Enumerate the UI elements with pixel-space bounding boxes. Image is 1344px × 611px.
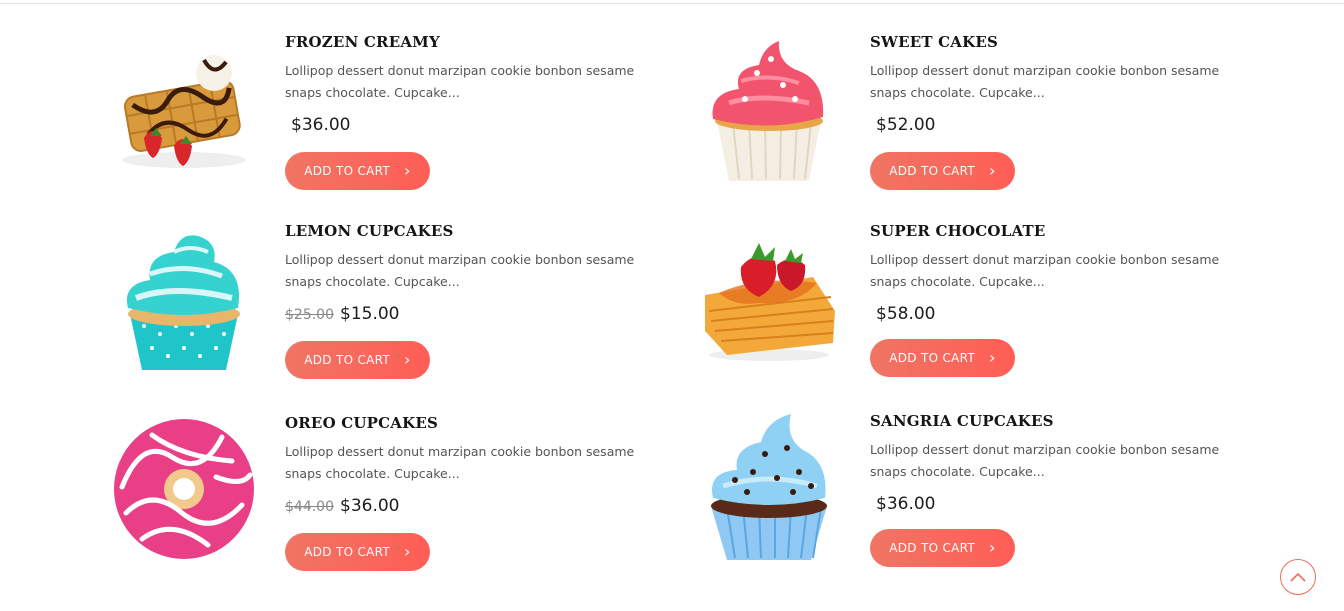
price: $36.00	[876, 494, 936, 514]
price: $58.00	[876, 304, 936, 324]
chevron-right-icon: ›	[989, 348, 996, 367]
product-description: Lollipop dessert donut marzipan cookie b…	[870, 442, 1220, 479]
pink-cupcake-image[interactable]	[694, 33, 844, 183]
add-to-cart-button[interactable]: ADD TO CART ›	[870, 529, 1015, 567]
product-description: Lollipop dessert donut marzipan cookie b…	[285, 63, 635, 100]
old-price: $44.00	[285, 499, 334, 515]
product-description: Lollipop dessert donut marzipan cookie b…	[870, 63, 1220, 100]
teal-cupcake-image[interactable]	[109, 222, 259, 372]
product-card: OREO CUPCAKES Lollipop dessert donut mar…	[109, 414, 669, 594]
add-to-cart-label: ADD TO CART	[889, 541, 976, 555]
add-to-cart-button[interactable]: ADD TO CART ›	[285, 533, 430, 571]
price: $15.00	[340, 304, 400, 324]
chevron-right-icon: ›	[404, 161, 411, 180]
add-to-cart-button[interactable]: ADD TO CART ›	[870, 339, 1015, 377]
price-row: $58.00	[870, 304, 1250, 326]
old-price: $25.00	[285, 307, 334, 323]
add-to-cart-label: ADD TO CART	[304, 353, 391, 367]
product-description: Lollipop dessert donut marzipan cookie b…	[870, 252, 1220, 289]
price: $36.00	[340, 496, 400, 516]
product-card: SUPER CHOCOLATE Lollipop dessert donut m…	[694, 222, 1254, 402]
product-card: LEMON CUPCAKES Lollipop dessert donut ma…	[109, 222, 669, 402]
chevron-right-icon: ›	[404, 542, 411, 561]
price-row: $36.00	[870, 494, 1250, 516]
price-row: $25.00 $15.00	[285, 304, 665, 326]
product-description: Lollipop dessert donut marzipan cookie b…	[285, 252, 635, 289]
blue-cupcake-image[interactable]	[694, 412, 844, 562]
product-title[interactable]: FROZEN CREAMY	[285, 33, 665, 51]
product-card: SANGRIA CUPCAKES Lollipop dessert donut …	[694, 412, 1254, 592]
product-title[interactable]: SWEET CAKES	[870, 33, 1250, 51]
add-to-cart-label: ADD TO CART	[889, 351, 976, 365]
product-title[interactable]: SUPER CHOCOLATE	[870, 222, 1250, 240]
price: $52.00	[876, 115, 936, 135]
price-row: $36.00	[285, 115, 665, 137]
pink-donut-image[interactable]	[109, 414, 259, 564]
product-card: FROZEN CREAMY Lollipop dessert donut mar…	[109, 33, 669, 213]
add-to-cart-label: ADD TO CART	[304, 545, 391, 559]
product-card: SWEET CAKES Lollipop dessert donut marzi…	[694, 33, 1254, 213]
add-to-cart-label: ADD TO CART	[304, 164, 391, 178]
add-to-cart-label: ADD TO CART	[889, 164, 976, 178]
product-title[interactable]: LEMON CUPCAKES	[285, 222, 665, 240]
add-to-cart-button[interactable]: ADD TO CART ›	[285, 341, 430, 379]
price: $36.00	[291, 115, 351, 135]
product-description: Lollipop dessert donut marzipan cookie b…	[285, 444, 635, 481]
chevron-up-icon	[1290, 572, 1306, 582]
product-title[interactable]: OREO CUPCAKES	[285, 414, 665, 432]
price-row: $52.00	[870, 115, 1250, 137]
add-to-cart-button[interactable]: ADD TO CART ›	[870, 152, 1015, 190]
chevron-right-icon: ›	[989, 538, 996, 557]
product-title[interactable]: SANGRIA CUPCAKES	[870, 412, 1250, 430]
top-divider	[0, 3, 1344, 4]
strawberry-pastry-image[interactable]	[694, 222, 844, 372]
scroll-to-top-button[interactable]	[1280, 559, 1316, 595]
chevron-right-icon: ›	[404, 350, 411, 369]
add-to-cart-button[interactable]: ADD TO CART ›	[285, 152, 430, 190]
chevron-right-icon: ›	[989, 161, 996, 180]
waffle-image[interactable]	[109, 33, 259, 183]
price-row: $44.00 $36.00	[285, 496, 665, 518]
